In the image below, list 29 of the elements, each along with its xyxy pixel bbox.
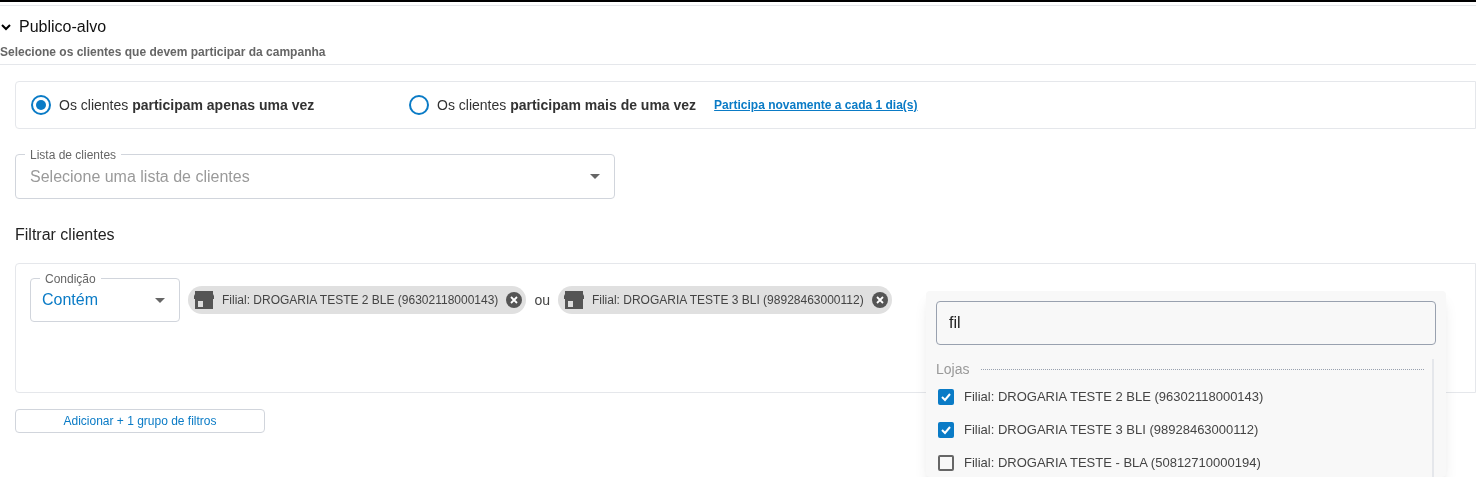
or-separator: ou	[534, 290, 550, 310]
remove-icon[interactable]	[506, 292, 523, 308]
group-label: Lojas	[936, 360, 970, 379]
radio-label[interactable]: Os clientes participam apenas uma vez	[59, 94, 315, 116]
condition-value: Contém	[42, 290, 99, 310]
section-subtitle: Selecione os clientes que devem participar da campanha	[0, 44, 327, 61]
repeat-interval-link[interactable]: Participa novamente a cada 1 dia(s)	[714, 96, 918, 114]
chevron-down-icon[interactable]	[1, 23, 11, 31]
checkbox[interactable]	[938, 388, 954, 405]
field-placeholder: Selecione uma lista de clientes	[30, 166, 250, 187]
caret-icon	[590, 174, 600, 179]
option-label[interactable]: Filial: DROGARIA TESTE 2 BLE (96302118000143)	[964, 386, 1264, 407]
radio-button[interactable]	[409, 95, 429, 115]
chip-label: Filial: DROGARIA TESTE 3 BLI (98928463000112)	[591, 292, 864, 309]
chip-label: Filial: DROGARIA TESTE 2 BLE (96302118000143)	[222, 292, 499, 309]
caret-icon	[155, 297, 165, 303]
radio-label[interactable]: Os clientes participam mais de uma vez	[437, 94, 697, 116]
remove-icon[interactable]	[871, 292, 888, 308]
search-field[interactable]: fil	[936, 301, 1436, 345]
store-icon	[194, 291, 214, 309]
add-filter-group-button[interactable]: Adicionar + 1 grupo de filtros	[15, 409, 265, 433]
checkbox[interactable]	[938, 421, 954, 438]
section-title[interactable]: Publico-alvo	[19, 15, 107, 39]
store-icon	[563, 291, 584, 309]
option-label[interactable]: Filial: DROGARIA TESTE - BLA (50812710000194)	[964, 452, 1261, 473]
option-label[interactable]: Filial: DROGARIA TESTE 3 BLI (98928463000112)	[964, 419, 1259, 440]
radio-button[interactable]	[31, 95, 51, 115]
filters-title: Filtrar clientes	[15, 225, 116, 245]
checkbox[interactable]	[938, 454, 954, 471]
